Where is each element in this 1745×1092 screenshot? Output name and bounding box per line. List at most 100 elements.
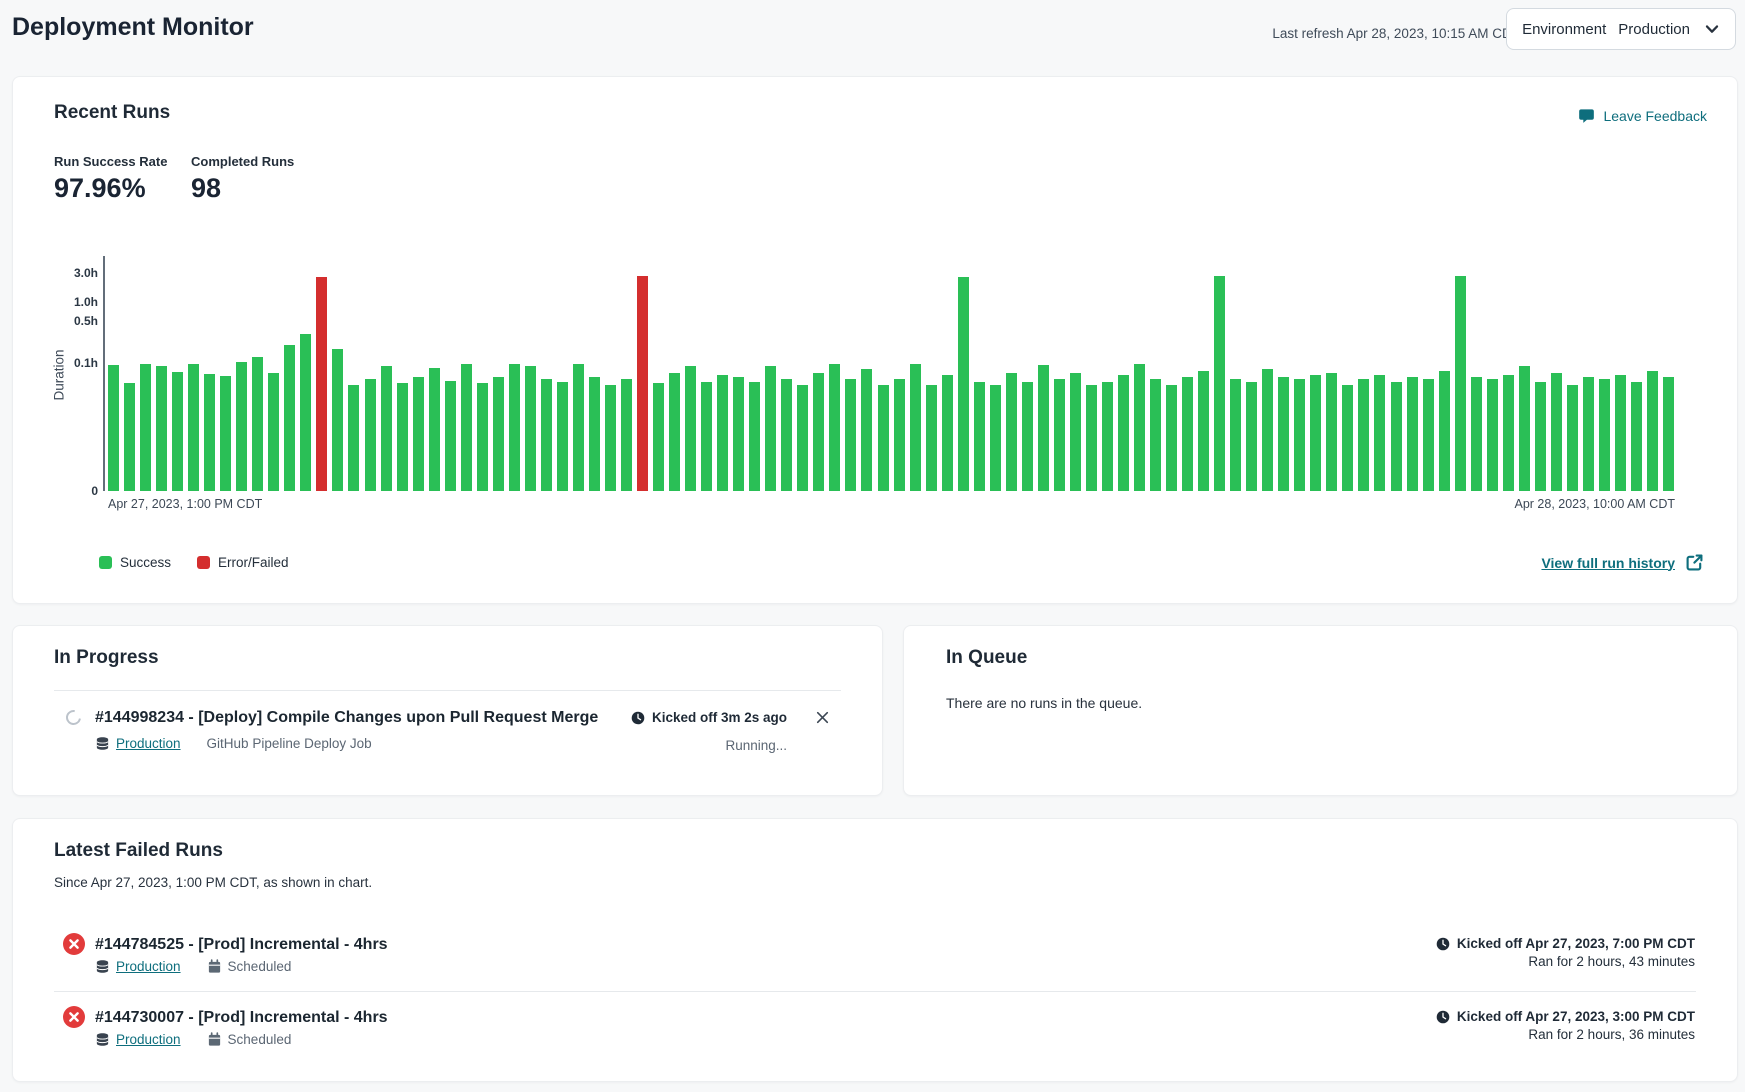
chart-bar-success[interactable] [1022, 382, 1033, 491]
chart-bar-success[interactable] [701, 382, 712, 491]
chart-bar-success[interactable] [1615, 375, 1626, 491]
chart-bar-success[interactable] [1407, 377, 1418, 491]
chart-bar-success[interactable] [429, 368, 440, 491]
chart-bar-success[interactable] [156, 366, 167, 491]
chart-bar-success[interactable] [685, 366, 696, 491]
chart-bar-success[interactable] [1455, 276, 1466, 491]
environment-tag[interactable]: Production [95, 959, 181, 974]
chart-bar-success[interactable] [1326, 373, 1337, 491]
chart-bar-success[interactable] [669, 373, 680, 491]
chart-bar-success[interactable] [797, 385, 808, 491]
chart-bar-success[interactable] [1118, 375, 1129, 491]
chart-bar-success[interactable] [1487, 379, 1498, 491]
chart-bar-success[interactable] [1503, 375, 1514, 491]
chart-bar-success[interactable] [1262, 369, 1273, 491]
chart-bar-success[interactable] [1294, 379, 1305, 491]
chart-bar-success[interactable] [188, 364, 199, 492]
chart-bar-success[interactable] [1198, 371, 1209, 491]
chart-bar-success[interactable] [493, 377, 504, 491]
chart-bar-success[interactable] [397, 383, 408, 491]
chart-bar-success[interactable] [894, 379, 905, 491]
chart-bar-success[interactable] [605, 385, 616, 491]
chart-bar-success[interactable] [878, 385, 889, 491]
chart-bar-success[interactable] [284, 345, 295, 491]
chart-bar-success[interactable] [477, 383, 488, 491]
chart-bar-success[interactable] [1519, 366, 1530, 491]
leave-feedback-button[interactable]: Leave Feedback [1578, 107, 1707, 124]
view-full-run-history-link[interactable]: View full run history [1541, 553, 1704, 572]
chart-bar-success[interactable] [1230, 379, 1241, 491]
chart-bar-success[interactable] [621, 379, 632, 491]
environment-dropdown[interactable]: Environment Production [1506, 8, 1736, 50]
chart-bar-success[interactable] [1391, 382, 1402, 491]
chart-bar-success[interactable] [958, 277, 969, 491]
chart-bar-success[interactable] [1086, 385, 1097, 491]
chart-bar-success[interactable] [573, 364, 584, 492]
chart-bar-success[interactable] [461, 364, 472, 492]
chart-bar-success[interactable] [1535, 382, 1546, 491]
chart-bar-success[interactable] [861, 369, 872, 491]
chart-bar-success[interactable] [204, 374, 215, 491]
chart-bar-success[interactable] [1246, 382, 1257, 491]
chart-bar-success[interactable] [829, 364, 840, 492]
chart-bar-success[interactable] [990, 385, 1001, 491]
chart-bar-success[interactable] [1054, 379, 1065, 491]
chart-bar-success[interactable] [1214, 276, 1225, 491]
chart-bar-success[interactable] [974, 382, 985, 491]
chart-bar-success[interactable] [1038, 365, 1049, 491]
chart-bar-success[interactable] [525, 366, 536, 491]
chart-bar-success[interactable] [541, 379, 552, 491]
chart-bar-success[interactable] [124, 383, 135, 491]
environment-tag[interactable]: Production [95, 1032, 181, 1047]
chart-bar-error[interactable] [316, 277, 327, 491]
chart-bar-success[interactable] [381, 366, 392, 491]
chart-bar-success[interactable] [413, 377, 424, 491]
chart-bar-success[interactable] [1599, 379, 1610, 491]
chart-bar-success[interactable] [445, 381, 456, 491]
chart-bar-success[interactable] [1423, 379, 1434, 491]
chart-plot[interactable] [108, 259, 1675, 491]
chart-bar-success[interactable] [1166, 385, 1177, 491]
chart-bar-success[interactable] [1374, 375, 1385, 491]
chart-bar-success[interactable] [1647, 371, 1658, 491]
chart-bar-success[interactable] [252, 357, 263, 492]
chart-bar-success[interactable] [1358, 379, 1369, 491]
chart-bar-success[interactable] [942, 375, 953, 491]
chart-bar-success[interactable] [1182, 377, 1193, 491]
chart-bar-success[interactable] [1310, 375, 1321, 491]
chart-bar-success[interactable] [1439, 371, 1450, 491]
chart-bar-success[interactable] [1070, 373, 1081, 491]
chart-bar-success[interactable] [1006, 373, 1017, 491]
chart-bar-success[interactable] [1631, 382, 1642, 491]
chart-bar-success[interactable] [1150, 379, 1161, 491]
chart-bar-success[interactable] [108, 365, 119, 491]
chart-bar-success[interactable] [172, 372, 183, 491]
chart-bar-success[interactable] [1583, 377, 1594, 491]
chart-bar-success[interactable] [1663, 377, 1674, 491]
chart-bar-success[interactable] [268, 373, 279, 491]
chart-bar-success[interactable] [717, 375, 728, 491]
chart-bar-success[interactable] [1551, 373, 1562, 491]
chart-bar-success[interactable] [509, 364, 520, 492]
chart-bar-success[interactable] [926, 385, 937, 491]
chart-bar-success[interactable] [589, 377, 600, 491]
chart-bar-success[interactable] [653, 383, 664, 491]
chart-bar-success[interactable] [1471, 377, 1482, 491]
chart-bar-success[interactable] [557, 382, 568, 491]
chart-bar-success[interactable] [1134, 364, 1145, 492]
chart-bar-success[interactable] [765, 366, 776, 491]
chart-bar-success[interactable] [910, 364, 921, 492]
chart-bar-success[interactable] [781, 379, 792, 491]
close-run-button[interactable] [814, 709, 832, 727]
chart-bar-success[interactable] [733, 377, 744, 491]
chart-bar-success[interactable] [140, 364, 151, 492]
chart-bar-error[interactable] [637, 276, 648, 491]
chart-bar-success[interactable] [749, 382, 760, 491]
chart-bar-success[interactable] [1342, 385, 1353, 491]
chart-bar-success[interactable] [845, 379, 856, 491]
chart-bar-success[interactable] [348, 385, 359, 491]
chart-bar-success[interactable] [332, 349, 343, 491]
environment-tag[interactable]: Production [95, 736, 181, 751]
chart-bar-success[interactable] [1567, 385, 1578, 491]
chart-bar-success[interactable] [300, 334, 311, 491]
